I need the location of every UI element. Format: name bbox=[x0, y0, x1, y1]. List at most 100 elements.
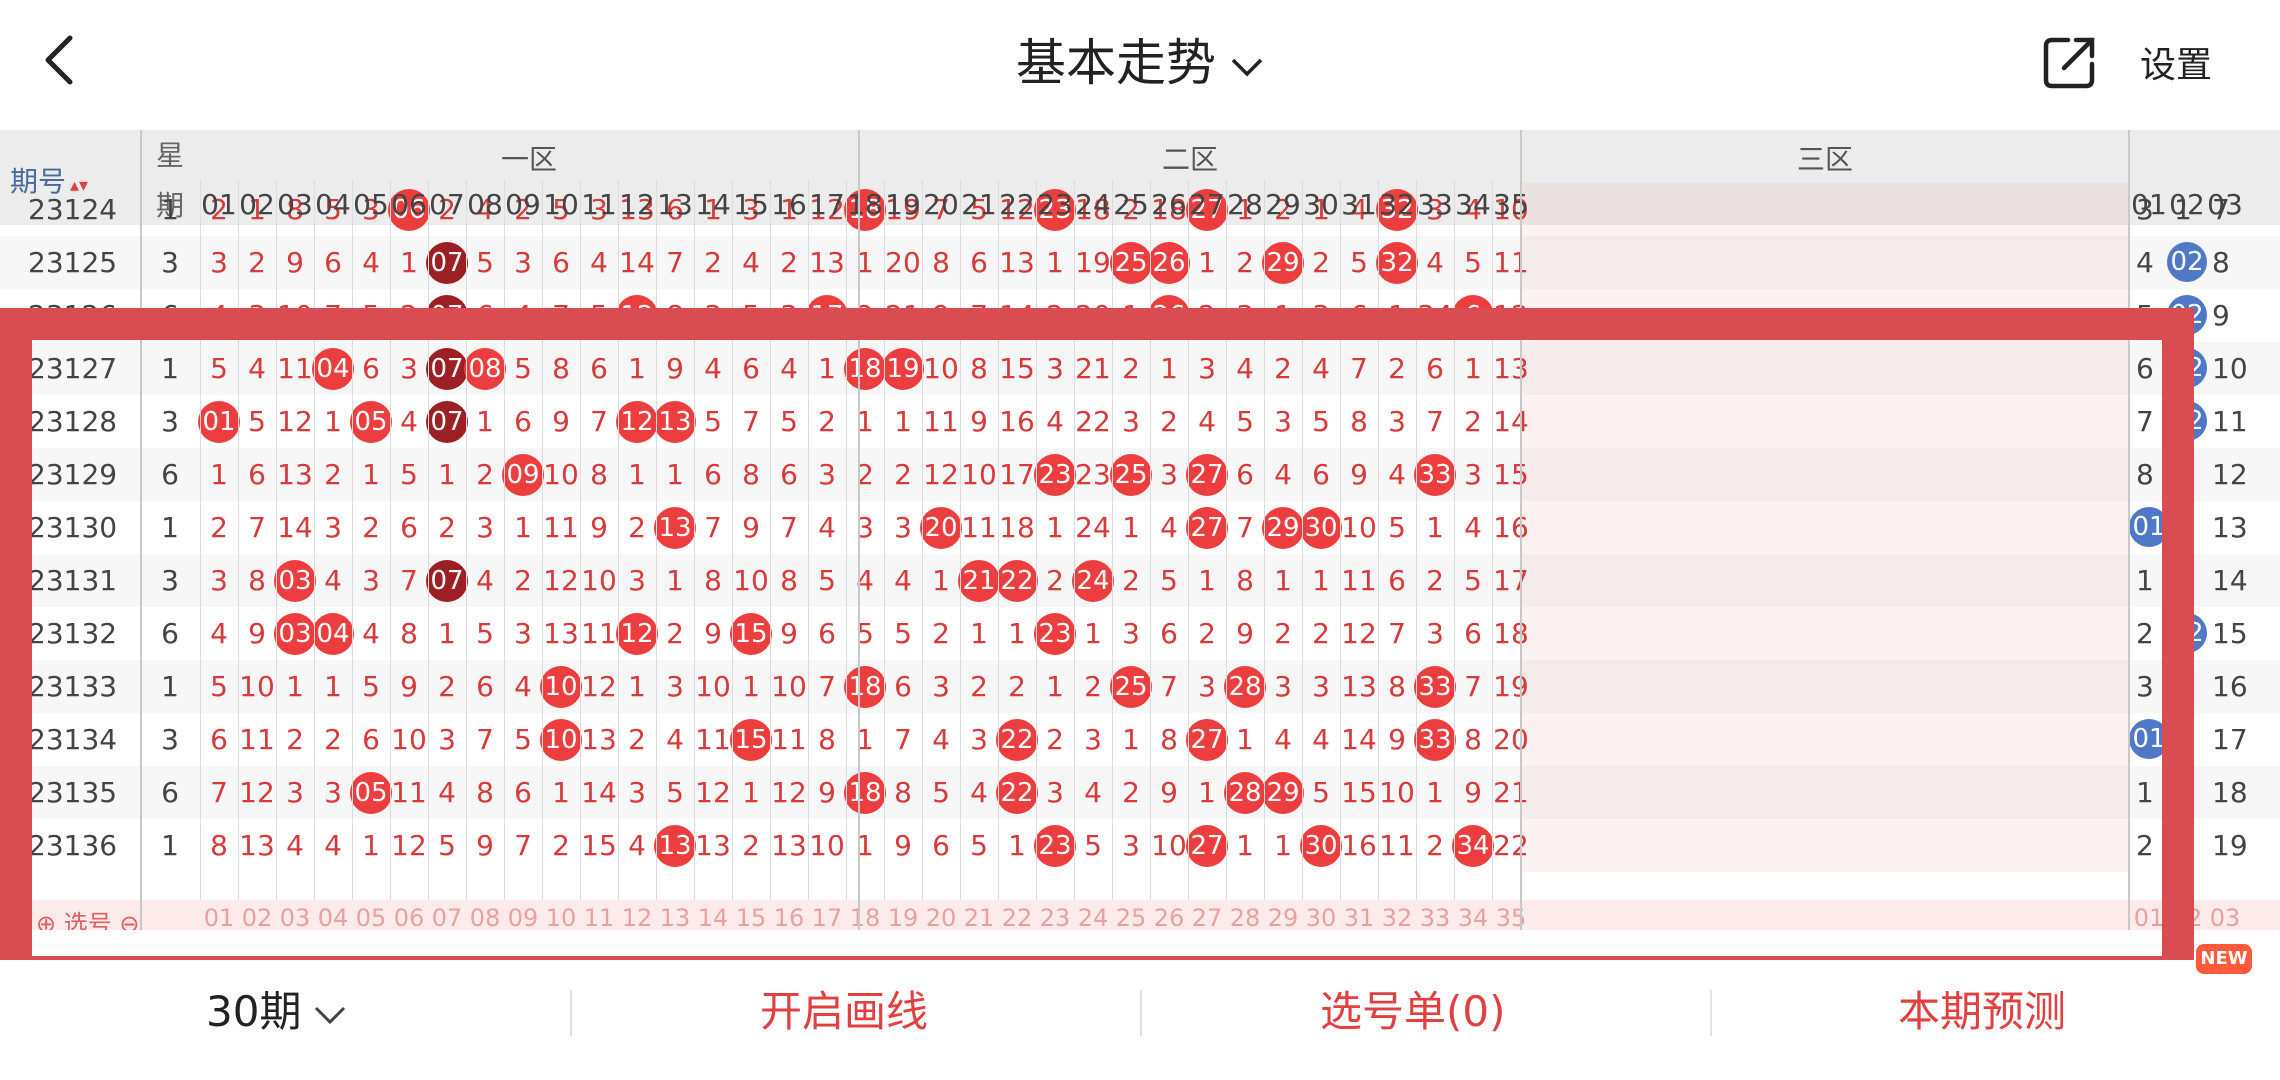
column-header: 30 bbox=[1303, 188, 1339, 221]
bottom-toolbar: 30期 开启画线 选号单(0) 本期预测 bbox=[0, 960, 2280, 1080]
miss-count: 6 bbox=[970, 246, 988, 279]
column-header: 17 bbox=[809, 188, 845, 221]
blue-miss-count: 11 bbox=[2212, 405, 2248, 438]
miss-count: 1 bbox=[400, 246, 418, 279]
miss-count: 1 bbox=[1046, 246, 1064, 279]
drawn-number-ball: 25 bbox=[1110, 242, 1152, 284]
column-header: 20 bbox=[923, 188, 959, 221]
column-header: 29 bbox=[1265, 188, 1301, 221]
column-header: 11 bbox=[581, 188, 617, 221]
blue-ball: 02 bbox=[2167, 242, 2207, 282]
blue-column-header: 03 bbox=[2207, 188, 2243, 221]
selection-slip-button[interactable]: 选号单(0) bbox=[1320, 982, 1506, 1042]
blue-miss-count: 12 bbox=[2212, 458, 2248, 491]
page-title-dropdown[interactable]: 基本走势 bbox=[0, 30, 2280, 96]
settings-button[interactable]: 设置 bbox=[2140, 42, 2212, 90]
miss-count: 14 bbox=[619, 246, 655, 279]
miss-count: 6 bbox=[552, 246, 570, 279]
draw-lines-button[interactable]: 开启画线 bbox=[760, 982, 928, 1042]
prediction-button[interactable]: 本期预测 bbox=[1898, 982, 2066, 1042]
zone-label-2: 二区 bbox=[1161, 143, 1218, 176]
miss-count: 13 bbox=[809, 246, 845, 279]
column-header: 18 bbox=[847, 188, 883, 221]
column-header: 19 bbox=[885, 188, 921, 221]
page-title: 基本走势 bbox=[1016, 34, 1216, 92]
column-header: 12 bbox=[619, 188, 655, 221]
column-header: 28 bbox=[1227, 188, 1263, 221]
table-row[interactable]: 23125 3 3 2 9 6 4 1 07 5 3 6 4 14 7 2 4 2 13 1 20 8 6 13 1 19 25 26… bbox=[0, 236, 2280, 289]
blue-miss-count: 9 bbox=[2212, 299, 2230, 332]
issue-number: 23125 bbox=[28, 246, 118, 279]
miss-count: 2 bbox=[704, 246, 722, 279]
miss-count: 2 bbox=[1236, 246, 1254, 279]
blue-miss-count: 15 bbox=[2212, 617, 2248, 650]
miss-count: 1 bbox=[856, 246, 874, 279]
drawn-number-ball: 29 bbox=[1262, 242, 1304, 284]
miss-count: 2 bbox=[1312, 246, 1330, 279]
column-header: 24 bbox=[1075, 188, 1111, 221]
select-blue-number[interactable]: 03 bbox=[2206, 904, 2244, 930]
drawn-number-ball: 32 bbox=[1376, 242, 1418, 284]
chevron-down-icon bbox=[1231, 58, 1263, 76]
column-header: 25 bbox=[1113, 188, 1149, 221]
column-header: 27 bbox=[1189, 188, 1225, 221]
column-header: 14 bbox=[695, 188, 731, 221]
miss-count: 11 bbox=[1493, 246, 1529, 279]
column-header: 06 bbox=[391, 188, 427, 221]
column-header: 16 bbox=[771, 188, 807, 221]
miss-count: 6 bbox=[324, 246, 342, 279]
column-header: 23 bbox=[1037, 188, 1073, 221]
blue-column-header: 02 bbox=[2169, 188, 2205, 221]
column-header: 21 bbox=[961, 188, 997, 221]
column-header: 33 bbox=[1417, 188, 1453, 221]
miss-count: 5 bbox=[476, 246, 494, 279]
miss-count: 20 bbox=[885, 246, 921, 279]
divider bbox=[1140, 990, 1142, 1036]
column-header: 26 bbox=[1151, 188, 1187, 221]
miss-count: 4 bbox=[362, 246, 380, 279]
miss-count: 3 bbox=[210, 246, 228, 279]
miss-count: 5 bbox=[1350, 246, 1368, 279]
highlight-frame bbox=[0, 308, 2194, 988]
column-header: 02 bbox=[239, 188, 275, 221]
zone-label-3: 三区 bbox=[1796, 143, 1853, 176]
drawn-number-ball: 26 bbox=[1148, 242, 1190, 284]
column-header: 01 bbox=[201, 188, 237, 221]
miss-count: 4 bbox=[742, 246, 760, 279]
blue-miss-count: 17 bbox=[2212, 723, 2248, 756]
weekday: 1 bbox=[161, 193, 179, 226]
miss-count: 19 bbox=[1075, 246, 1111, 279]
blue-column-header: 01 bbox=[2131, 188, 2167, 221]
blue-miss-count: 19 bbox=[2212, 829, 2248, 862]
zone-shade bbox=[1522, 183, 2128, 236]
divider bbox=[1710, 990, 1712, 1036]
column-header: 15 bbox=[733, 188, 769, 221]
blue-miss-count: 18 bbox=[2212, 776, 2248, 809]
miss-count: 1 bbox=[1198, 246, 1216, 279]
share-icon[interactable] bbox=[2040, 34, 2098, 92]
new-badge: NEW bbox=[2196, 944, 2252, 974]
miss-count: 2 bbox=[780, 246, 798, 279]
miss-count: 4 bbox=[1426, 246, 1444, 279]
miss-count: 5 bbox=[1464, 246, 1482, 279]
header: 基本走势 设置 bbox=[0, 0, 2280, 130]
miss-count: 8 bbox=[932, 246, 950, 279]
weekday: 3 bbox=[161, 246, 179, 279]
period-label: 30期 bbox=[206, 987, 302, 1036]
column-header: 35 bbox=[1493, 188, 1529, 221]
divider bbox=[570, 990, 572, 1036]
column-header: 09 bbox=[505, 188, 541, 221]
blue-miss-count: 13 bbox=[2212, 511, 2248, 544]
zone-shade bbox=[1522, 236, 2128, 289]
miss-count: 3 bbox=[514, 246, 532, 279]
column-header: 04 bbox=[315, 188, 351, 221]
chevron-down-icon bbox=[315, 1006, 346, 1025]
miss-count: 4 bbox=[590, 246, 608, 279]
column-header: 13 bbox=[657, 188, 693, 221]
blue-miss-count: 4 bbox=[2136, 246, 2154, 279]
weekday-header-top: 星 bbox=[155, 139, 184, 172]
period-selector[interactable]: 30期 bbox=[206, 982, 347, 1042]
blue-miss-count: 10 bbox=[2212, 352, 2248, 385]
miss-count: 13 bbox=[999, 246, 1035, 279]
blue-miss-count: 8 bbox=[2212, 246, 2230, 279]
